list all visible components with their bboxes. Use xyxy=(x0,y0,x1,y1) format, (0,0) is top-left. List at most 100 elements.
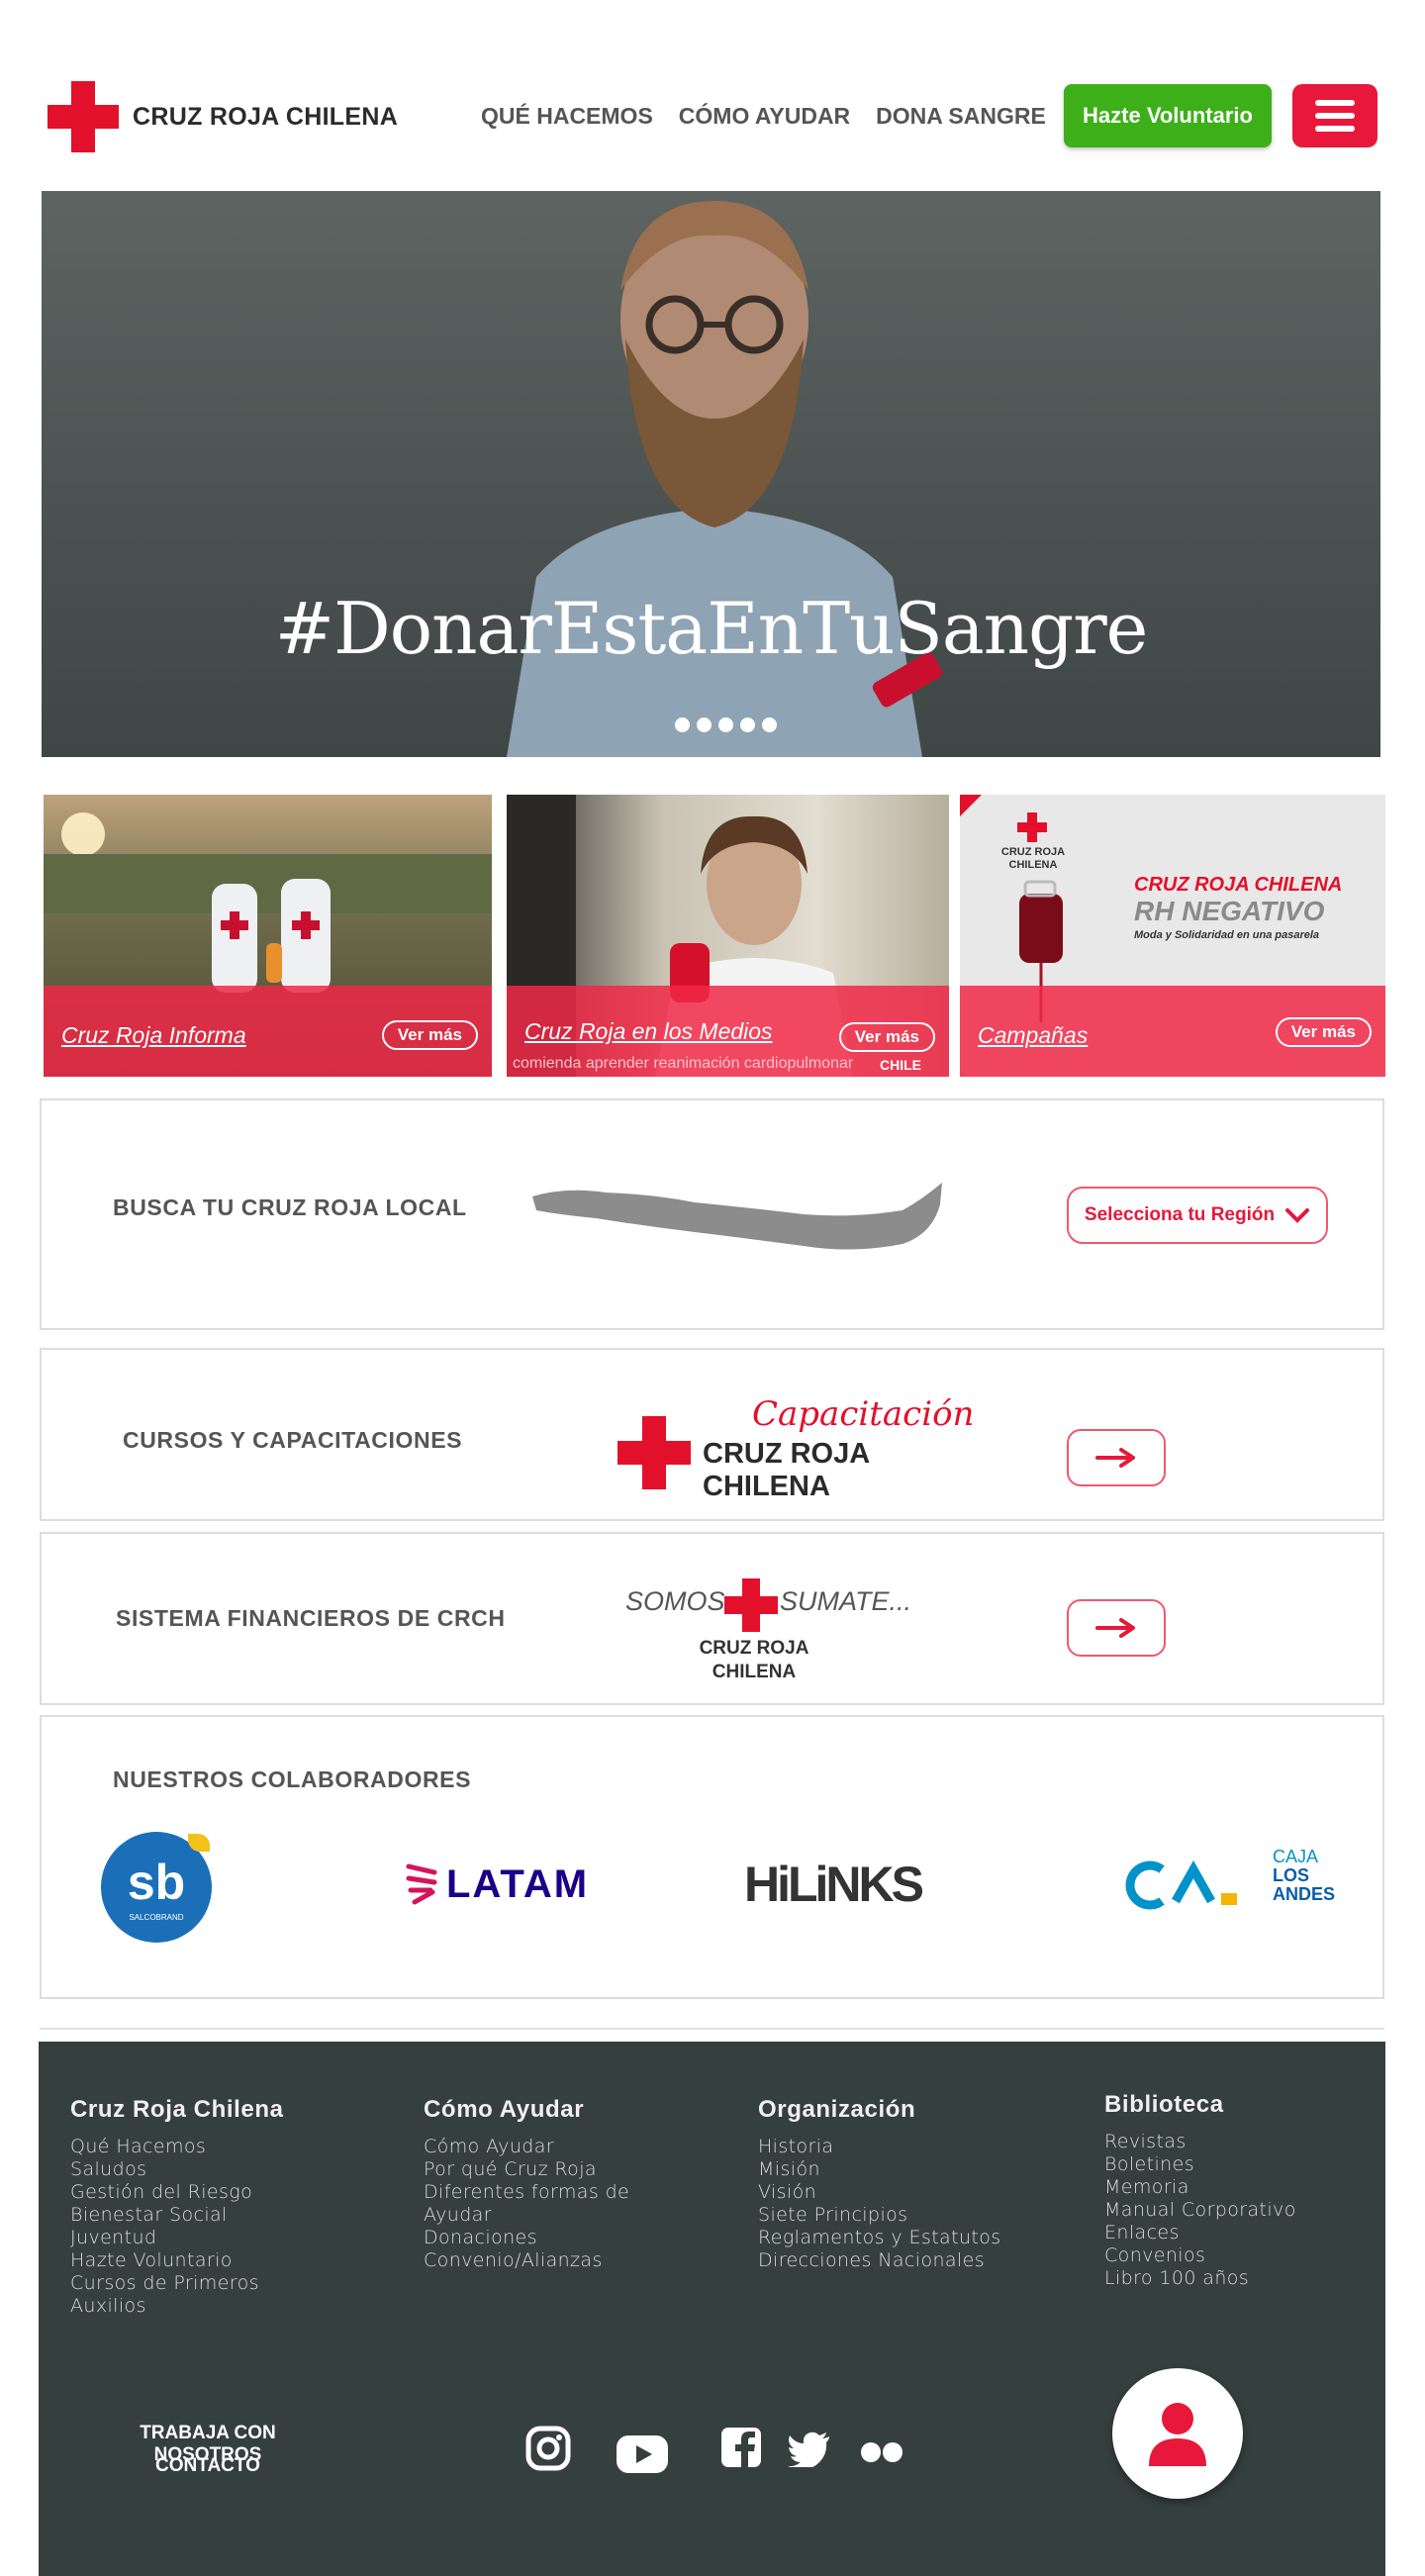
footer-link[interactable]: Juventud xyxy=(70,2227,284,2249)
footer-link[interactable]: Qué Hacemos xyxy=(70,2136,284,2158)
site-logo[interactable]: CRUZ ROJA CHILENA xyxy=(48,81,398,152)
nav-dona-sangre[interactable]: DONA SANGRE xyxy=(876,103,1046,130)
footer-column-como-ayudar: Cómo Ayudar Cómo Ayudar Por qué Cruz Roj… xyxy=(424,2096,629,2272)
footer-link[interactable]: Visión xyxy=(758,2181,1001,2204)
finance-logo-right: SUMATE... xyxy=(780,1586,912,1616)
footer-link[interactable]: Libro 100 años xyxy=(1104,2267,1296,2290)
footer-link[interactable]: Ayudar xyxy=(424,2204,629,2227)
ver-mas-button[interactable]: Ver más xyxy=(838,1022,935,1052)
courses-section: CURSOS Y CAPACITACIONES Capacitación CRU… xyxy=(40,1348,1384,1521)
twitter-icon[interactable] xyxy=(788,2432,831,2472)
card-label[interactable]: Cruz Roja en los Medios xyxy=(524,1018,773,1045)
hero-person-image xyxy=(507,201,943,757)
site-header: CRUZ ROJA CHILENA QUÉ HACEMOS CÓMO AYUDA… xyxy=(0,0,1425,188)
footer-link[interactable]: Siete Principios xyxy=(758,2204,1001,2227)
footer-link[interactable]: Misión xyxy=(758,2158,1001,2181)
card-cruz-roja-medios[interactable]: comienda aprender reanimación cardiopulm… xyxy=(507,795,949,1077)
youtube-icon[interactable] xyxy=(617,2435,668,2478)
salcobrand-logo-mark: sb xyxy=(127,1855,186,1910)
carousel-dots xyxy=(675,717,777,732)
footer-link[interactable]: Diferentes formas de xyxy=(424,2181,629,2204)
menu-line xyxy=(1315,126,1355,132)
carousel-dot[interactable] xyxy=(697,717,712,732)
footer-link[interactable]: Saludos xyxy=(70,2158,284,2181)
card-campanas[interactable]: CRUZ ROJA CHILENA CRUZ ROJA CHILENA RH N… xyxy=(960,795,1385,1077)
courses-logo-script: Capacitación xyxy=(752,1394,975,1434)
poster-cross-icon xyxy=(1017,812,1047,842)
footer-column-cruz-roja: Cruz Roja Chilena Qué Hacemos Saludos Ge… xyxy=(70,2096,284,2318)
footer-column-title: Cómo Ayudar xyxy=(424,2096,585,2123)
user-account-button[interactable] xyxy=(1112,2368,1243,2499)
ver-mas-button[interactable]: Ver más xyxy=(381,1020,478,1050)
section-title: NUESTROS COLABORADORES xyxy=(113,1766,472,1792)
courses-logo: Capacitación CRUZ ROJA CHILENA xyxy=(576,1394,974,1502)
channel-tag: CHILE xyxy=(880,1057,921,1073)
footer-link[interactable]: Reglamentos y Estatutos xyxy=(758,2227,1001,2249)
poster-tagline: Moda y Solidaridad en una pasarela xyxy=(1134,929,1320,941)
card-label[interactable]: Campañas xyxy=(978,1022,1088,1049)
footer-link[interactable]: Direcciones Nacionales xyxy=(758,2249,1001,2272)
nav-que-hacemos[interactable]: QUÉ HACEMOS xyxy=(481,103,653,130)
footer-link[interactable]: Convenios xyxy=(1104,2244,1296,2267)
footer-link[interactable]: Auxilios xyxy=(70,2295,284,2318)
local-search-section: BUSCA TU CRUZ ROJA LOCAL Selecciona tu R… xyxy=(40,1098,1384,1330)
footer-link[interactable]: Donaciones xyxy=(424,2227,629,2249)
poster-title: CRUZ ROJA CHILENA xyxy=(1134,874,1343,896)
finance-arrow-button[interactable] xyxy=(1067,1599,1166,1657)
finance-logo-left: SOMOS xyxy=(625,1586,725,1616)
footer-column-title: Organización xyxy=(758,2096,916,2123)
footer-link[interactable]: Enlaces xyxy=(1104,2222,1296,2244)
latam-logo-text: LATAM xyxy=(446,1861,590,1906)
finance-logo-text-2: CHILENA xyxy=(712,1662,797,1682)
footer-link[interactable]: Revistas xyxy=(1104,2131,1296,2153)
footer-link[interactable]: Boletines xyxy=(1104,2153,1296,2176)
card-cruz-roja-informa[interactable]: Cruz Roja Informa Ver más xyxy=(44,795,492,1077)
poster-logo-text: CRUZ ROJA CHILENA xyxy=(1000,846,1066,871)
salcobrand-logo[interactable]: sb SALCOBRAND xyxy=(101,1832,212,1943)
section-title: BUSCA TU CRUZ ROJA LOCAL xyxy=(113,1194,467,1220)
card-label[interactable]: Cruz Roja Informa xyxy=(61,1022,246,1049)
footer-link[interactable]: Por qué Cruz Roja xyxy=(424,2158,629,2181)
hero-carousel[interactable]: #DonarEstaEnTuSangre xyxy=(42,191,1380,757)
footer-link[interactable]: Hazte Voluntario xyxy=(70,2249,284,2272)
carousel-dot[interactable] xyxy=(718,717,733,732)
facebook-icon[interactable] xyxy=(721,2428,761,2472)
footer-column-title: Cruz Roja Chilena xyxy=(70,2096,284,2123)
flickr-icon[interactable] xyxy=(860,2441,903,2468)
menu-line xyxy=(1315,113,1355,119)
courses-logo-text: CRUZ ROJA CHILENA xyxy=(703,1438,870,1502)
latam-emblem-icon xyxy=(406,1863,437,1905)
poster-corner xyxy=(960,795,982,816)
footer-link[interactable]: Manual Corporativo xyxy=(1104,2199,1296,2222)
instagram-icon[interactable] xyxy=(525,2426,571,2476)
finance-logo-text-1: CRUZ ROJA xyxy=(699,1638,809,1659)
region-select[interactable]: Selecciona tu Región xyxy=(1067,1187,1328,1244)
courses-arrow-button[interactable] xyxy=(1067,1429,1166,1486)
nav-como-ayudar[interactable]: CÓMO AYUDAR xyxy=(679,103,850,130)
carousel-dot[interactable] xyxy=(675,717,690,732)
menu-line xyxy=(1315,100,1355,106)
chile-map-image xyxy=(532,1183,942,1250)
footer-link[interactable]: Cursos de Primeros xyxy=(70,2272,284,2295)
latam-logo[interactable]: LATAM xyxy=(405,1860,589,1908)
main-nav: QUÉ HACEMOS CÓMO AYUDAR DONA SANGRE xyxy=(481,103,1046,130)
site-footer: Cruz Roja Chilena Qué Hacemos Saludos Ge… xyxy=(39,2042,1385,2576)
hilinks-logo-text: HiLiNKS xyxy=(744,1857,924,1912)
red-cross-icon xyxy=(618,1416,691,1489)
footer-link[interactable]: Historia xyxy=(758,2136,1001,2158)
carousel-dot[interactable] xyxy=(762,717,777,732)
hamburger-menu-button[interactable] xyxy=(1292,84,1378,147)
footer-link[interactable]: Cómo Ayudar xyxy=(424,2136,629,2158)
hilinks-logo[interactable]: HiLiNKS xyxy=(744,1856,924,1913)
footer-link[interactable]: Memoria xyxy=(1104,2176,1296,2199)
user-icon xyxy=(1149,2403,1206,2466)
footer-link[interactable]: Bienestar Social xyxy=(70,2204,284,2227)
footer-link[interactable]: Gestión del Riesgo xyxy=(70,2181,284,2204)
footer-link[interactable]: Convenio/Alianzas xyxy=(424,2249,629,2272)
volunteer-button[interactable]: Hazte Voluntario xyxy=(1064,84,1272,147)
ver-mas-button[interactable]: Ver más xyxy=(1275,1017,1372,1047)
contact-link[interactable]: CONTACTO xyxy=(84,2455,332,2477)
arrow-right-icon xyxy=(1095,1448,1135,1468)
carousel-dot[interactable] xyxy=(740,717,755,732)
caja-los-andes-logo[interactable]: CAJA LOS ANDES xyxy=(1120,1846,1348,1925)
